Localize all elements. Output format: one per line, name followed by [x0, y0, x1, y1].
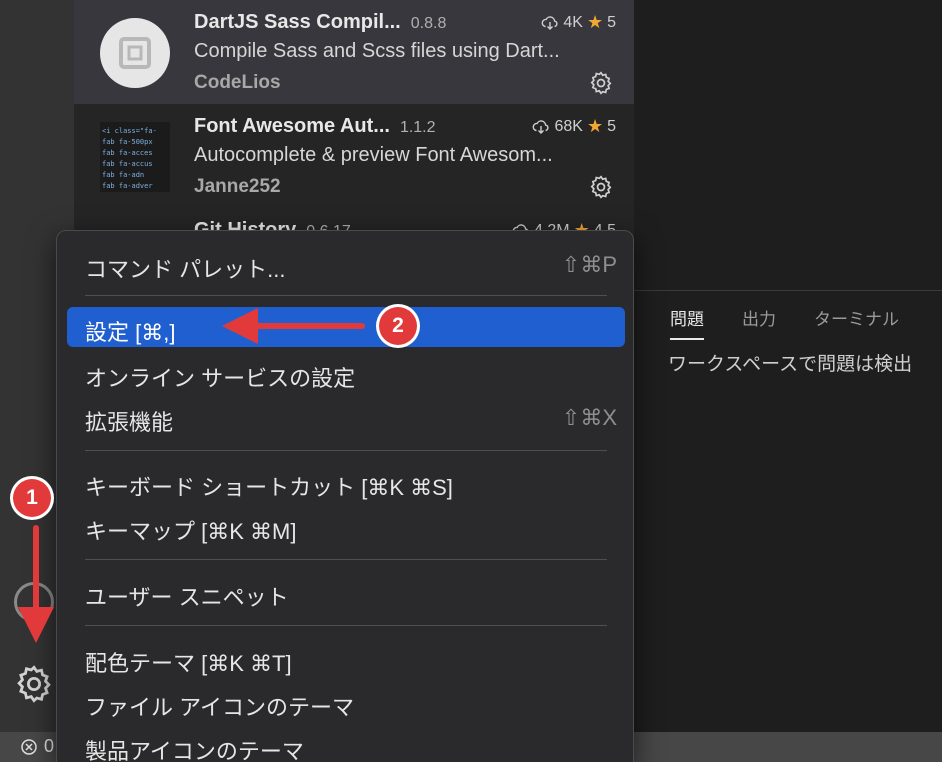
menu-item-user-snippets[interactable]: ユーザー スニペット — [67, 572, 625, 612]
menu-separator — [85, 295, 607, 296]
menu-item-shortcut: ⇧⌘X — [561, 405, 617, 430]
error-circle-icon — [21, 738, 37, 755]
problems-message: ワークスペースで問題は検出 — [668, 354, 913, 375]
tab-terminal[interactable]: ターミナル — [814, 305, 899, 340]
status-errors[interactable]: 0 — [20, 736, 54, 757]
extension-item-font-awesome[interactable]: <i class="fa- fab fa-500px fab fa-acces … — [74, 104, 634, 208]
menu-item-settings[interactable]: 設定 [⌘,] — [67, 307, 625, 347]
panel-tabs: 問題 出力 ターミナル — [670, 305, 899, 340]
menu-separator — [85, 625, 607, 626]
menu-item-file-icon-theme[interactable]: ファイル アイコンのテーマ — [67, 682, 625, 722]
rating: 5 — [607, 13, 616, 31]
extension-stats: 4K ★ 5 — [541, 12, 616, 33]
menu-item-extensions[interactable]: 拡張機能 ⇧⌘X — [67, 397, 625, 437]
menu-item-keyboard-shortcuts[interactable]: キーボード ショートカット [⌘K ⌘S] — [67, 462, 625, 502]
extension-gear-icon[interactable] — [588, 174, 614, 200]
extension-version: 0.8.8 — [410, 15, 447, 32]
menu-item-label: 製品アイコンのテーマ — [85, 739, 304, 762]
bottom-panel: 問題 出力 ターミナル ワークスペースで問題は検出 — [634, 290, 942, 732]
menu-separator — [85, 559, 607, 560]
download-count: 68K — [554, 117, 583, 135]
extension-description: Compile Sass and Scss files using Dart..… — [194, 40, 560, 62]
extension-gear-icon[interactable] — [588, 70, 614, 96]
download-cloud-icon — [541, 15, 558, 30]
extension-item-dartjs-sass[interactable]: DartJS Sass Compil... 0.8.8 4K ★ 5 Compil… — [74, 0, 634, 104]
extension-icon: <i class="fa- fab fa-500px fab fa-acces … — [100, 122, 170, 192]
extension-version: 1.1.2 — [399, 119, 436, 136]
extension-icon — [100, 18, 170, 88]
menu-item-command-palette[interactable]: コマンド パレット... ⇧⌘P — [67, 244, 625, 284]
account-icon[interactable] — [14, 582, 54, 622]
tab-output[interactable]: 出力 — [742, 305, 776, 340]
menu-item-label: オンライン サービスの設定 — [85, 366, 356, 391]
menu-item-label: ユーザー スニペット — [85, 585, 289, 610]
menu-item-color-theme[interactable]: 配色テーマ [⌘K ⌘T] — [67, 638, 625, 678]
extension-publisher: Janne252 — [194, 176, 281, 197]
menu-item-shortcut: ⇧⌘P — [561, 252, 617, 277]
download-count: 4K — [563, 13, 583, 31]
star-icon: ★ — [586, 116, 604, 136]
menu-item-label: キーボード ショートカット [⌘K ⌘S] — [85, 475, 453, 500]
download-cloud-icon — [533, 119, 550, 134]
menu-item-keymaps[interactable]: キーマップ [⌘K ⌘M] — [67, 506, 625, 546]
star-icon: ★ — [586, 12, 604, 32]
extension-publisher: CodeLios — [194, 72, 281, 93]
manage-gear-icon[interactable] — [13, 663, 55, 705]
menu-item-label: キーマップ [⌘K ⌘M] — [85, 519, 297, 544]
rating: 5 — [607, 117, 616, 135]
manage-context-menu: コマンド パレット... ⇧⌘P 設定 [⌘,] オンライン サービスの設定 拡… — [56, 230, 634, 762]
menu-item-label: 拡張機能 — [85, 410, 174, 435]
menu-item-label: 設定 [⌘,] — [85, 320, 176, 345]
extension-title: Font Awesome Aut... 1.1.2 — [194, 115, 436, 137]
extension-title: DartJS Sass Compil... 0.8.8 — [194, 11, 447, 33]
tab-problems[interactable]: 問題 — [670, 305, 704, 340]
extension-stats: 68K ★ 5 — [532, 116, 616, 137]
annotation-badge-2: 2 — [379, 307, 417, 345]
menu-item-online-services[interactable]: オンライン サービスの設定 — [67, 353, 625, 393]
menu-item-label: ファイル アイコンのテーマ — [85, 695, 355, 720]
extension-description: Autocomplete & preview Font Awesom... — [194, 144, 553, 166]
annotation-badge-1: 1 — [13, 479, 51, 517]
error-count: 0 — [44, 736, 55, 756]
menu-item-label: コマンド パレット... — [85, 257, 286, 282]
menu-item-product-icon-theme[interactable]: 製品アイコンのテーマ — [67, 726, 625, 762]
menu-separator — [85, 450, 607, 451]
menu-item-label: 配色テーマ [⌘K ⌘T] — [85, 651, 292, 676]
